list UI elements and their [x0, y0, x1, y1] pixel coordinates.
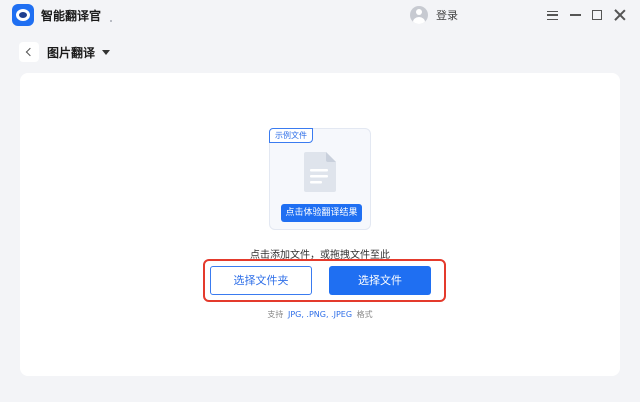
- chevron-left-icon: [25, 47, 35, 57]
- close-button[interactable]: [610, 5, 630, 25]
- login-button[interactable]: 登录: [410, 5, 458, 25]
- page-title: 图片翻译: [47, 45, 96, 60]
- app-title: 智能翻译官: [41, 9, 102, 23]
- maximize-button[interactable]: [587, 5, 607, 25]
- divider-dot: [110, 20, 112, 22]
- formats-suffix: 格式: [356, 310, 373, 319]
- minimize-button[interactable]: [565, 5, 585, 25]
- app-logo-icon: [12, 4, 34, 26]
- menu-button[interactable]: [542, 5, 562, 25]
- formats-prefix: 支持: [267, 310, 284, 319]
- select-file-button[interactable]: 选择文件: [329, 266, 431, 295]
- try-sample-button[interactable]: 点击体验翻译结果: [281, 204, 362, 222]
- maximize-icon: [592, 10, 602, 20]
- back-button[interactable]: [19, 42, 39, 62]
- title-bar: 智能翻译官 登录: [0, 0, 640, 30]
- avatar-icon: [410, 6, 428, 24]
- page-title-dropdown[interactable]: 图片翻译: [47, 44, 111, 60]
- sample-file-card[interactable]: 示例文件 点击体验翻译结果: [269, 128, 371, 230]
- sample-file-tag: 示例文件: [269, 128, 313, 143]
- supported-formats: 支持 JPG, .PNG, .JPEG 格式: [0, 309, 640, 320]
- menu-icon: [546, 10, 558, 20]
- document-icon: [304, 152, 336, 192]
- select-folder-button[interactable]: 选择文件夹: [210, 266, 312, 295]
- login-label: 登录: [436, 9, 458, 22]
- caret-down-icon: [102, 49, 111, 55]
- close-icon: [614, 9, 626, 21]
- minimize-icon: [569, 14, 581, 16]
- formats-list: JPG, .PNG, .JPEG: [287, 310, 353, 319]
